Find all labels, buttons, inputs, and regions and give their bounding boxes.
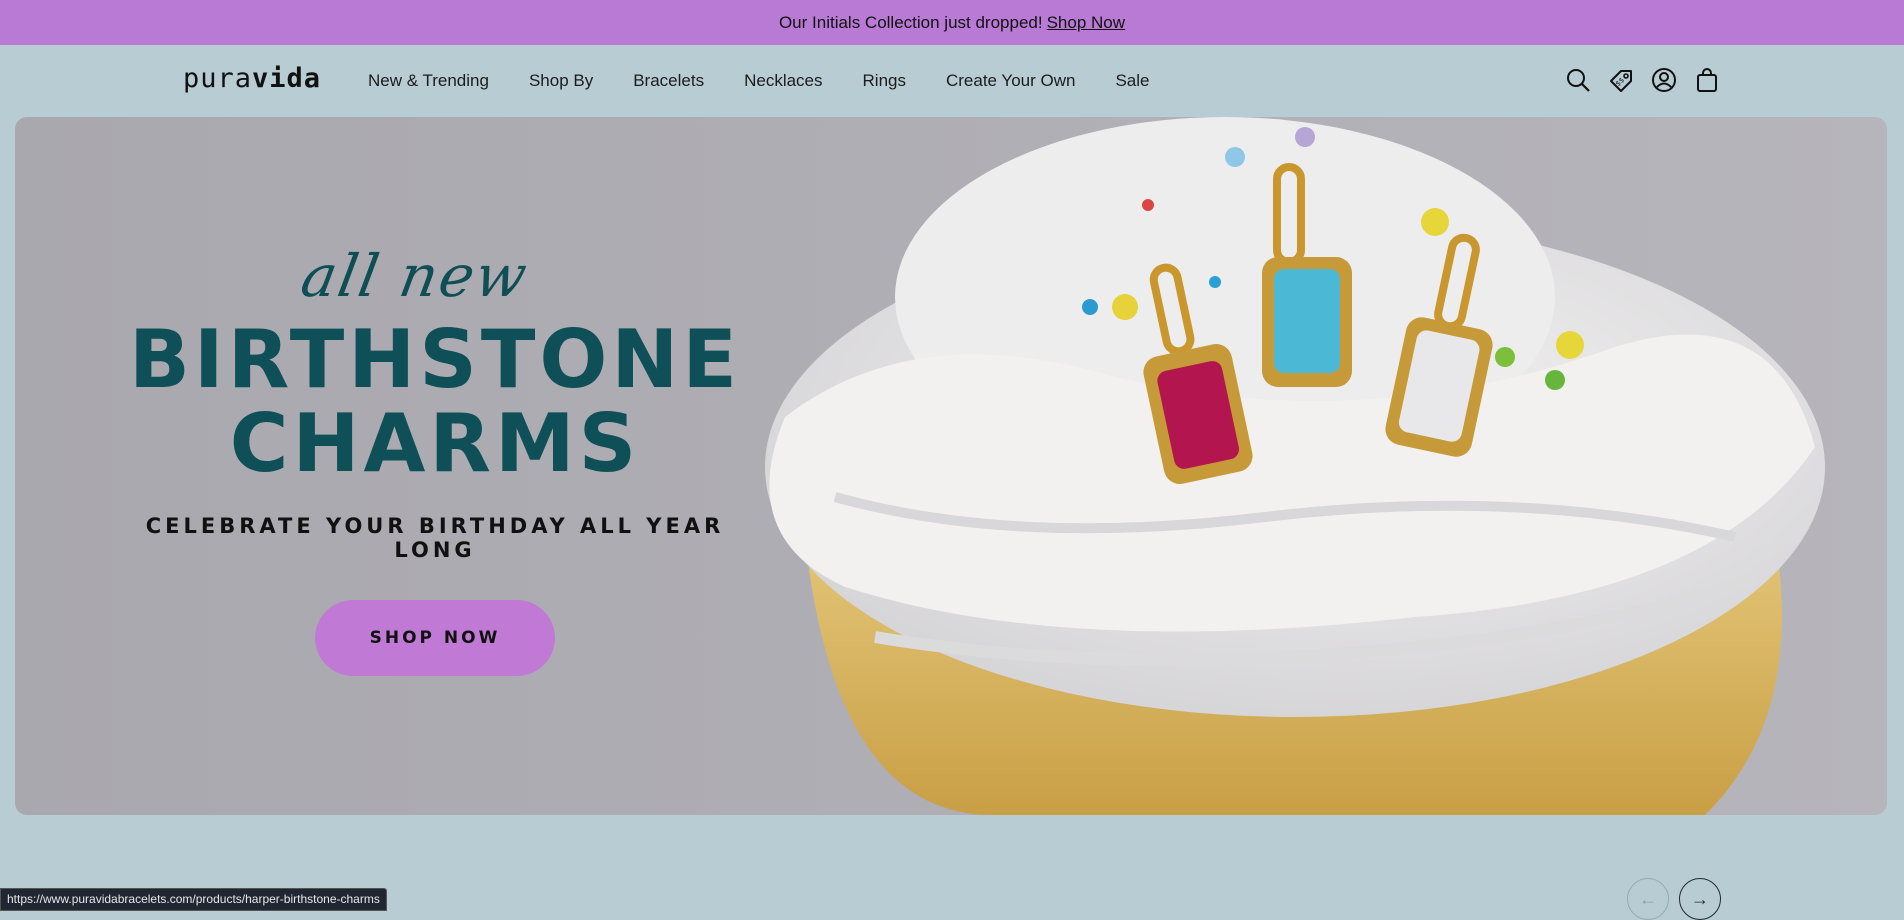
arrow-right-icon: → <box>1691 888 1709 909</box>
account-icon[interactable] <box>1651 67 1677 93</box>
nav-necklaces[interactable]: Necklaces <box>744 71 822 91</box>
carousel-prev-button[interactable]: ← <box>1627 878 1669 920</box>
hero-banner[interactable]: all new BIRTHSTONE CHARMS CELEBRATE YOUR… <box>15 117 1887 815</box>
nav-shop-by[interactable]: Shop By <box>529 71 593 91</box>
shop-now-button[interactable]: SHOP NOW <box>315 600 555 676</box>
hero-headline-line1: BIRTHSTONE <box>128 313 742 406</box>
nav-rings[interactable]: Rings <box>863 71 906 91</box>
nav-new-trending[interactable]: New & Trending <box>368 71 489 91</box>
hero-headline-line2: CHARMS <box>229 397 641 490</box>
carousel-next-button[interactable]: → <box>1679 878 1721 920</box>
header-icons: $$ <box>1565 67 1720 93</box>
bag-icon[interactable] <box>1694 67 1720 93</box>
hero-text-block: all new BIRTHSTONE CHARMS CELEBRATE YOUR… <box>110 242 760 676</box>
search-icon[interactable] <box>1565 67 1591 93</box>
tag-icon[interactable]: $$ <box>1608 67 1634 93</box>
main-nav: New & Trending Shop By Bracelets Necklac… <box>368 71 1189 91</box>
logo[interactable]: puravida <box>183 63 321 94</box>
hero-eyebrow: all new <box>296 242 534 310</box>
hero-headline: BIRTHSTONE CHARMS <box>110 318 760 486</box>
status-bar-url: https://www.puravidabracelets.com/produc… <box>0 888 387 911</box>
promo-text: Our Initials Collection just dropped! <box>778 12 1043 32</box>
nav-bracelets[interactable]: Bracelets <box>633 71 704 91</box>
nav-create-your-own[interactable]: Create Your Own <box>946 71 1075 91</box>
hero-subline: CELEBRATE YOUR BIRTHDAY ALL YEAR LONG <box>145 514 725 562</box>
promo-shop-now-link[interactable]: Shop Now <box>1047 13 1125 33</box>
arrow-left-icon: ← <box>1639 888 1657 909</box>
nav-sale[interactable]: Sale <box>1115 71 1149 91</box>
logo-vida: vida <box>252 63 322 94</box>
logo-pura: pura <box>183 63 253 94</box>
site-header: puravida New & Trending Shop By Bracelet… <box>0 45 1904 117</box>
promo-bar: Our Initials Collection just dropped! Sh… <box>0 0 1904 45</box>
